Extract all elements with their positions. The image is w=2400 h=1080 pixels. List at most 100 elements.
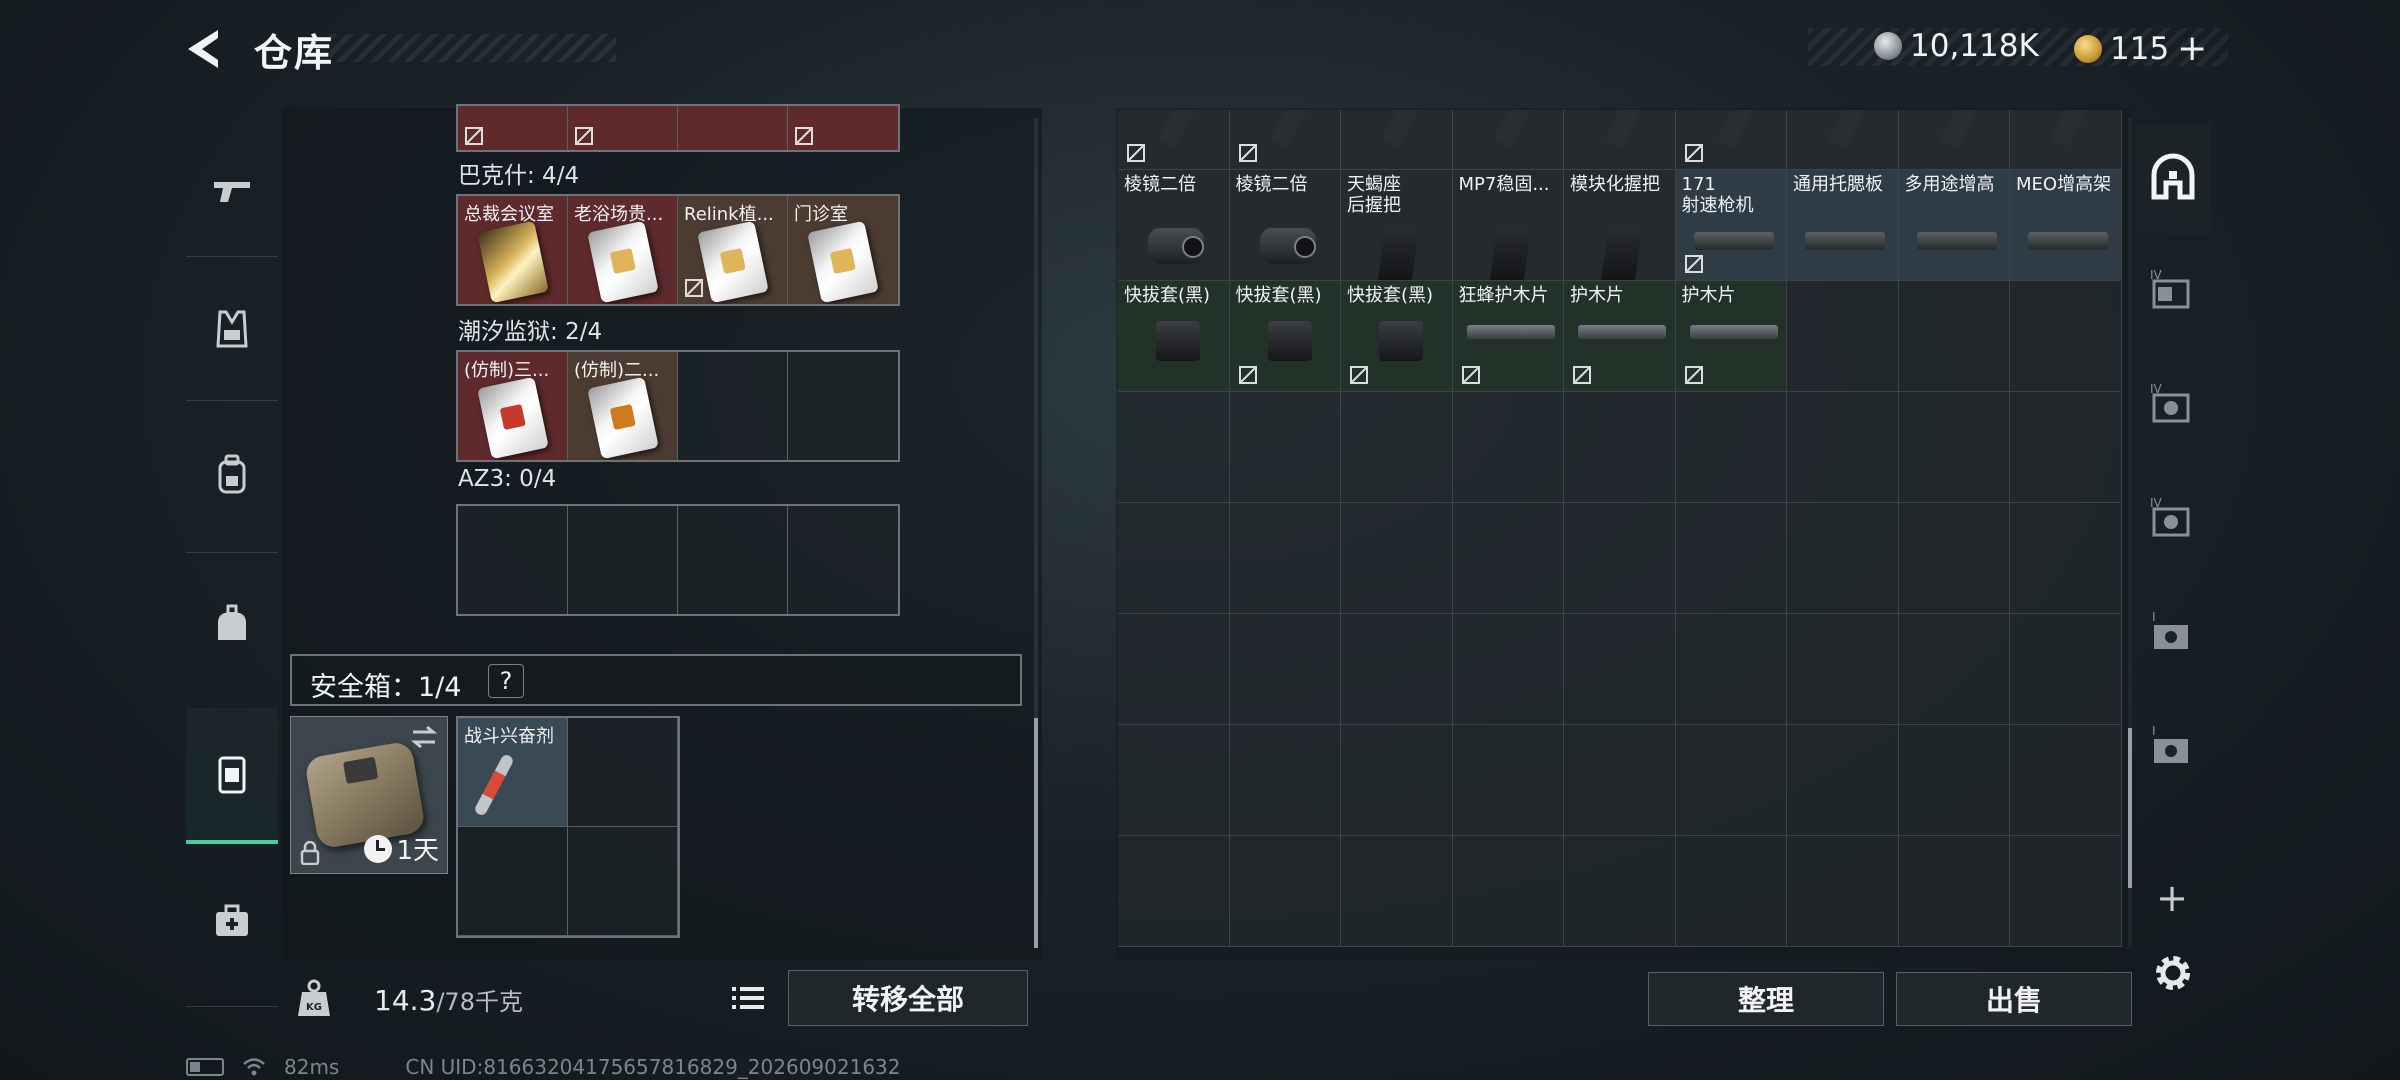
empty-stash-slot[interactable]	[1452, 503, 1564, 614]
stash-item-slot[interactable]: 快拔套(黑)	[1229, 281, 1341, 392]
stash-item-slot[interactable]	[1118, 110, 1230, 170]
stash-item-slot[interactable]: MEO增高架	[2010, 170, 2122, 281]
stash-item-slot[interactable]	[1675, 110, 1787, 170]
list-view-button[interactable]	[728, 978, 768, 1018]
keycard-slot[interactable]: (仿制)二...	[568, 352, 678, 460]
empty-stash-slot[interactable]	[2010, 725, 2122, 836]
empty-stash-slot[interactable]	[1675, 392, 1787, 503]
stash-item-slot[interactable]: 护木片	[1564, 281, 1676, 392]
gold-add-icon[interactable]: +	[2177, 28, 2207, 69]
empty-stash-slot[interactable]	[1787, 392, 1899, 503]
empty-stash-slot[interactable]	[1452, 392, 1564, 503]
empty-stash-slot[interactable]	[1341, 503, 1453, 614]
empty-slot[interactable]	[458, 506, 568, 614]
stash-item-slot[interactable]: 模块化握把	[1564, 170, 1676, 281]
settings-gear-icon[interactable]	[2150, 950, 2196, 996]
add-tab-button[interactable]: +	[2150, 876, 2194, 920]
empty-stash-slot[interactable]	[1229, 725, 1341, 836]
stash-item-slot[interactable]	[1564, 110, 1676, 170]
empty-stash-slot[interactable]	[1564, 725, 1676, 836]
empty-stash-slot[interactable]	[1229, 614, 1341, 725]
empty-stash-slot[interactable]	[1341, 614, 1453, 725]
empty-stash-slot[interactable]	[1898, 725, 2010, 836]
empty-stash-slot[interactable]	[1229, 503, 1341, 614]
empty-slot[interactable]	[568, 506, 678, 614]
stash-item-slot[interactable]: 狂蜂护木片	[1452, 281, 1564, 392]
stash-item-slot[interactable]: 护木片	[1675, 281, 1787, 392]
rail-weapons[interactable]	[186, 130, 278, 250]
left-scrollbar[interactable]	[1034, 118, 1038, 948]
silver-currency[interactable]: 10,118K	[1874, 28, 2039, 64]
stash-scrollbar[interactable]	[2128, 118, 2132, 948]
stash-tab-iv-1[interactable]: IV	[2136, 234, 2210, 346]
empty-stash-slot[interactable]	[1675, 503, 1787, 614]
keycard-slot[interactable]: Relink植...	[678, 196, 788, 304]
empty-stash-slot[interactable]	[1118, 614, 1230, 725]
empty-stash-slot[interactable]	[2010, 281, 2122, 392]
stash-item-slot[interactable]	[1787, 110, 1899, 170]
stash-item-slot[interactable]	[2010, 110, 2122, 170]
empty-slot[interactable]	[788, 352, 898, 460]
empty-stash-slot[interactable]	[1341, 725, 1453, 836]
empty-stash-slot[interactable]	[1564, 503, 1676, 614]
stash-item-slot[interactable]: 多用途增高	[1898, 170, 2010, 281]
empty-stash-slot[interactable]	[1341, 392, 1453, 503]
stash-item-slot[interactable]: 通用托腮板	[1787, 170, 1899, 281]
stash-item-slot[interactable]: 快拔套(黑)	[1118, 281, 1230, 392]
empty-stash-slot[interactable]	[1898, 614, 2010, 725]
empty-stash-slot[interactable]	[1898, 281, 2010, 392]
empty-stash-slot[interactable]	[2010, 503, 2122, 614]
stash-item-slot[interactable]	[1229, 110, 1341, 170]
keycard-slot[interactable]: (仿制)三...	[458, 352, 568, 460]
sell-button[interactable]: 出售	[1896, 972, 2132, 1026]
keycard-slot[interactable]: 老浴场贵...	[568, 196, 678, 304]
empty-stash-slot[interactable]	[1787, 281, 1899, 392]
swap-icon[interactable]	[409, 723, 439, 751]
empty-stash-slot[interactable]	[1787, 503, 1899, 614]
stash-item-slot[interactable]: 171 射速枪机	[1675, 170, 1787, 281]
empty-stash-slot[interactable]	[1564, 836, 1676, 947]
empty-stash-slot[interactable]	[1564, 614, 1676, 725]
empty-stash-slot[interactable]	[1452, 614, 1564, 725]
empty-slot[interactable]	[788, 506, 898, 614]
empty-stash-slot[interactable]	[1898, 836, 2010, 947]
rail-armor[interactable]	[186, 268, 278, 388]
stash-item-slot[interactable]: 快拔套(黑)	[1341, 281, 1453, 392]
empty-stash-slot[interactable]	[1787, 614, 1899, 725]
empty-stash-slot[interactable]	[1118, 836, 1230, 947]
stash-tab-i-2[interactable]: I	[2136, 690, 2210, 802]
empty-stash-slot[interactable]	[1452, 725, 1564, 836]
stash-item-slot[interactable]	[1898, 110, 2010, 170]
stash-item-slot[interactable]: 棱镜二倍	[1118, 170, 1230, 281]
empty-stash-slot[interactable]	[2010, 836, 2122, 947]
stash-tab-iv-3[interactable]: IV	[2136, 462, 2210, 574]
rail-backpack[interactable]	[186, 414, 278, 534]
rail-medical[interactable]	[186, 860, 278, 980]
safebox-slot[interactable]	[568, 718, 678, 827]
empty-slot[interactable]	[678, 506, 788, 614]
empty-stash-slot[interactable]	[2010, 614, 2122, 725]
empty-stash-slot[interactable]	[2010, 392, 2122, 503]
stash-item-slot[interactable]	[1341, 110, 1453, 170]
empty-stash-slot[interactable]	[1118, 392, 1230, 503]
rail-safebox[interactable]	[186, 708, 278, 844]
stash-item-slot[interactable]: MP7稳固...	[1452, 170, 1564, 281]
safebox-slot[interactable]	[568, 827, 678, 936]
empty-stash-slot[interactable]	[1675, 614, 1787, 725]
stash-item-slot[interactable]: 天蝎座 后握把	[1341, 170, 1453, 281]
stash-item-slot[interactable]: 棱镜二倍	[1229, 170, 1341, 281]
empty-stash-slot[interactable]	[1675, 836, 1787, 947]
stash-tab-iv-2[interactable]: IV	[2136, 348, 2210, 460]
transfer-all-button[interactable]: 转移全部	[788, 970, 1028, 1026]
empty-stash-slot[interactable]	[1787, 836, 1899, 947]
rail-bag[interactable]	[186, 564, 278, 684]
keycard-slot[interactable]: 门诊室	[788, 196, 898, 304]
empty-stash-slot[interactable]	[1452, 836, 1564, 947]
stash-tab-main[interactable]	[2136, 122, 2210, 234]
gold-currency[interactable]: 115 +	[2074, 28, 2207, 69]
empty-stash-slot[interactable]	[1898, 392, 2010, 503]
empty-slot[interactable]	[678, 352, 788, 460]
arrange-button[interactable]: 整理	[1648, 972, 1884, 1026]
empty-stash-slot[interactable]	[1675, 725, 1787, 836]
empty-stash-slot[interactable]	[1229, 392, 1341, 503]
